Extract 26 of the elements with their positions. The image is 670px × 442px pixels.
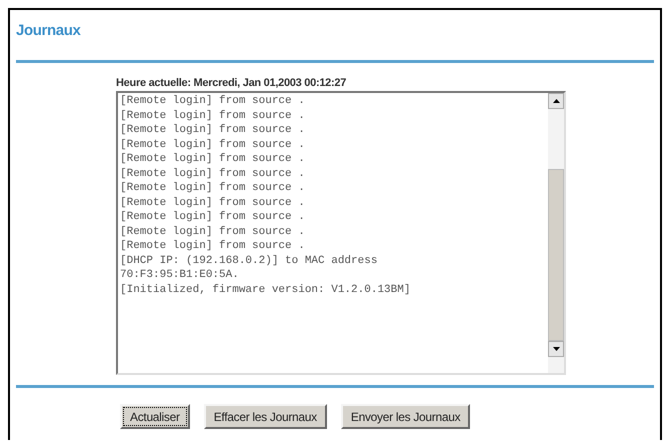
page-title: Journaux xyxy=(16,21,82,41)
action-button[interactable]: Envoyer les Journaux xyxy=(340,404,470,429)
log-textarea[interactable] xyxy=(116,91,566,375)
log-line: [Remote login] from source . xyxy=(120,196,306,210)
log-line: [Remote login] from source . xyxy=(120,108,306,123)
action-button[interactable]: Effacer les Journaux xyxy=(204,404,327,429)
scrollbar[interactable] xyxy=(548,93,564,373)
scroll-up-button[interactable] xyxy=(548,93,564,109)
up-arrow-icon xyxy=(552,99,560,103)
log-line: [Remote login] from source . xyxy=(120,94,306,108)
action-button[interactable]: Actualiser xyxy=(120,404,190,429)
log-line: [Remote login] from source . xyxy=(120,166,306,181)
current-time-label: Heure actuelle: Mercredi, Jan 01,2003 00:12:27 xyxy=(116,76,348,91)
log-line: [Remote login] from source . xyxy=(120,224,306,239)
log-line: [Remote login] from source . xyxy=(120,181,306,196)
log-line: [Initialized, firmware version: V1.2.0.13BM] xyxy=(120,282,412,297)
log-line: [DHCP IP: (192.168.0.2)] to MAC address xyxy=(120,254,378,268)
log-line: [Remote login] from source . xyxy=(120,152,306,166)
log-line: [Remote login] from source . xyxy=(120,123,306,138)
log-line: [Remote login] from source . xyxy=(120,239,306,254)
log-line: [Remote login] from source . xyxy=(120,138,306,152)
log-line: 70:F3:95:B1:E0:5A. xyxy=(120,268,240,282)
down-arrow-icon xyxy=(552,347,560,351)
log-line: [Remote login] from source . xyxy=(120,210,306,224)
scroll-thumb[interactable] xyxy=(548,169,564,341)
scroll-down-button[interactable] xyxy=(548,341,564,357)
